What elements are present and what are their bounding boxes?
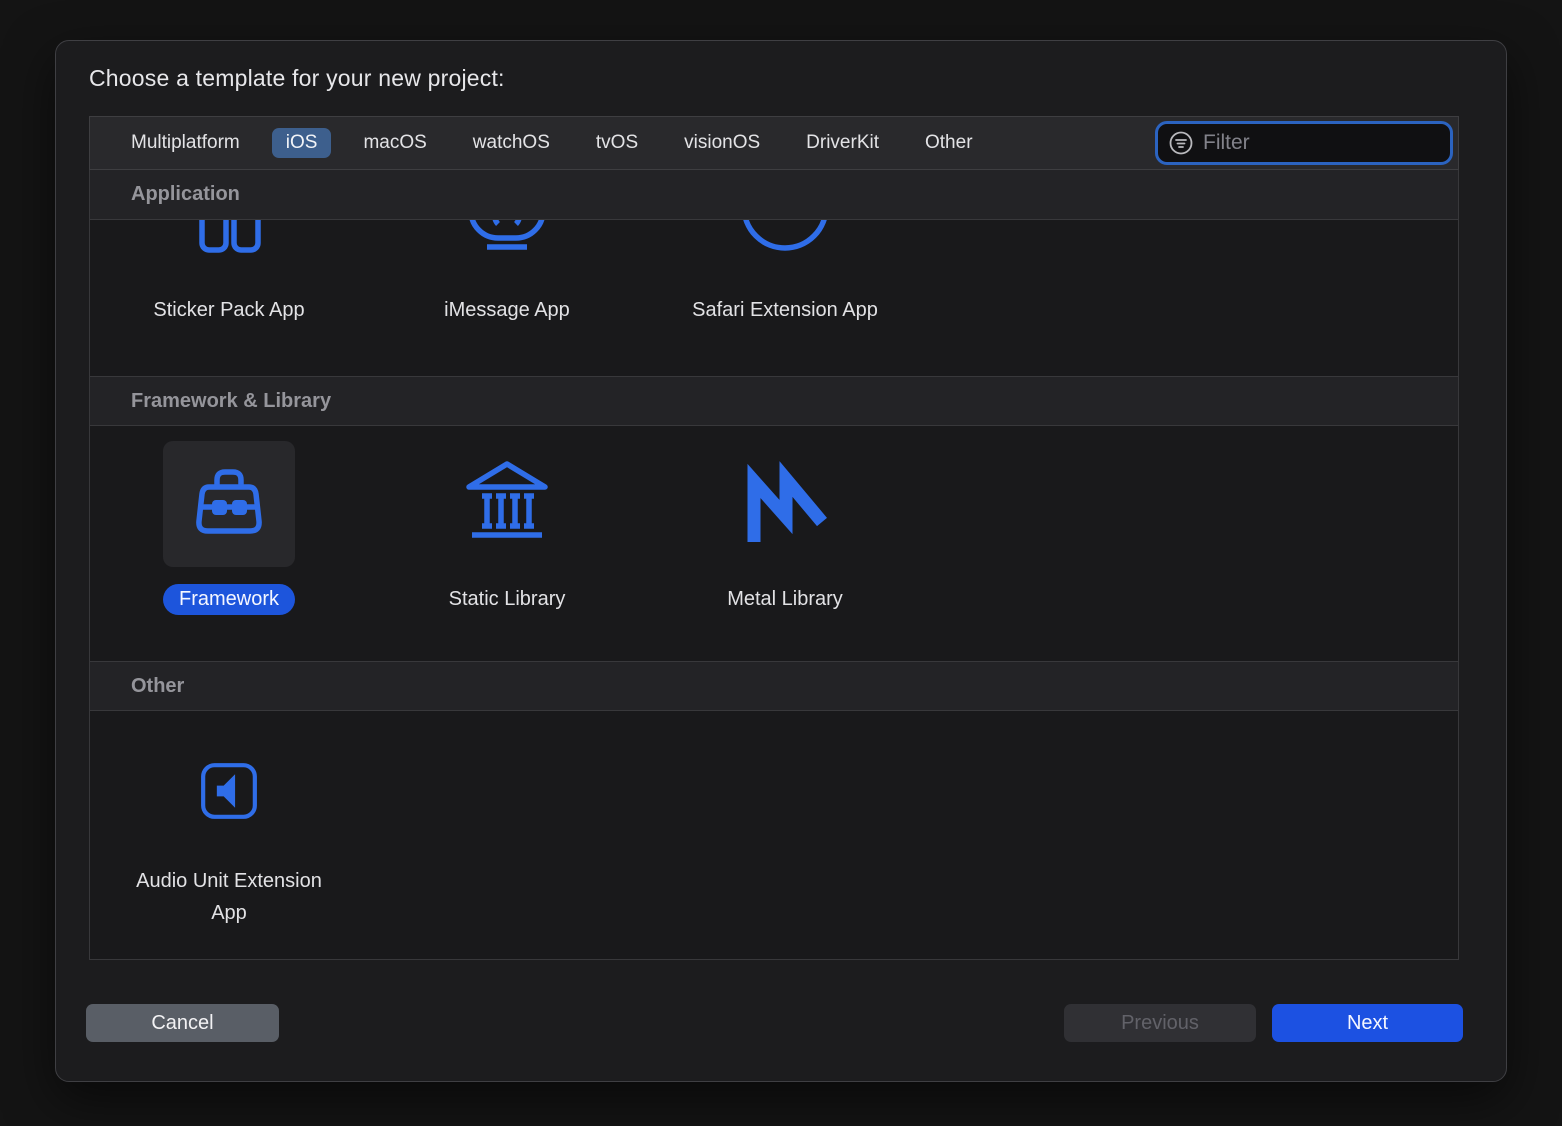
filter-circle-icon <box>1168 130 1194 156</box>
section-header-framework-library: Framework & Library <box>90 376 1458 426</box>
tab-watchos[interactable]: watchOS <box>459 128 564 158</box>
section-title: Other <box>131 675 184 698</box>
template-item-safari-extension-app[interactable]: Safari Extension App <box>646 220 924 376</box>
new-project-template-dialog: Choose a template for your new project: … <box>55 40 1507 1082</box>
filter-field[interactable] <box>1155 121 1453 165</box>
bank-columns-icon <box>441 441 573 567</box>
section-header-other: Other <box>90 661 1458 711</box>
template-label-selected: Framework <box>163 584 295 615</box>
template-label: Metal Library <box>727 583 843 615</box>
previous-button[interactable]: Previous <box>1064 1004 1256 1042</box>
toolbox-icon <box>163 441 295 567</box>
tab-macos[interactable]: macOS <box>349 128 440 158</box>
dialog-button-row: Cancel Previous Next <box>86 1004 1463 1042</box>
template-item-audio-unit-extension-app[interactable]: Audio Unit Extension App <box>90 711 368 959</box>
other-templates-row: Audio Unit Extension App <box>90 711 1458 959</box>
framework-templates-row: Framework <box>90 426 1458 661</box>
section-header-application: Application <box>90 170 1458 220</box>
template-item-framework[interactable]: Framework <box>90 426 368 661</box>
filter-input[interactable] <box>1203 131 1440 155</box>
template-item-static-library[interactable]: Static Library <box>368 426 646 661</box>
template-item-sticker-pack-app[interactable]: Sticker Pack App <box>90 220 368 376</box>
tab-other[interactable]: Other <box>911 128 987 158</box>
template-scroll-area[interactable]: Application Sticker Pack App <box>89 170 1459 960</box>
section-title: Application <box>131 183 240 206</box>
template-label: Sticker Pack App <box>153 294 304 326</box>
tab-multiplatform[interactable]: Multiplatform <box>117 128 254 158</box>
cancel-button[interactable]: Cancel <box>86 1004 279 1042</box>
template-label: Static Library <box>449 583 566 615</box>
safari-compass-icon <box>735 220 835 254</box>
next-button[interactable]: Next <box>1272 1004 1463 1042</box>
template-label: iMessage App <box>444 294 570 326</box>
speaker-icon <box>191 753 267 829</box>
application-templates-row: Sticker Pack App iMessage App <box>90 220 1458 376</box>
section-title: Framework & Library <box>131 390 331 413</box>
template-item-metal-library[interactable]: Metal Library <box>646 426 924 661</box>
imessage-bubble-icon <box>457 220 557 254</box>
tab-ios[interactable]: iOS <box>272 128 332 158</box>
platform-tab-bar: Multiplatform iOS macOS watchOS tvOS vis… <box>89 116 1459 170</box>
template-label: Audio Unit Extension App <box>132 865 327 929</box>
sticker-pack-icon <box>179 220 279 254</box>
dialog-title: Choose a template for your new project: <box>89 65 505 92</box>
template-item-imessage-app[interactable]: iMessage App <box>368 220 646 376</box>
template-label: Safari Extension App <box>692 294 878 326</box>
metal-m-icon <box>719 441 851 567</box>
tab-driverkit[interactable]: DriverKit <box>792 128 893 158</box>
tab-tvos[interactable]: tvOS <box>582 128 652 158</box>
tab-visionos[interactable]: visionOS <box>670 128 774 158</box>
